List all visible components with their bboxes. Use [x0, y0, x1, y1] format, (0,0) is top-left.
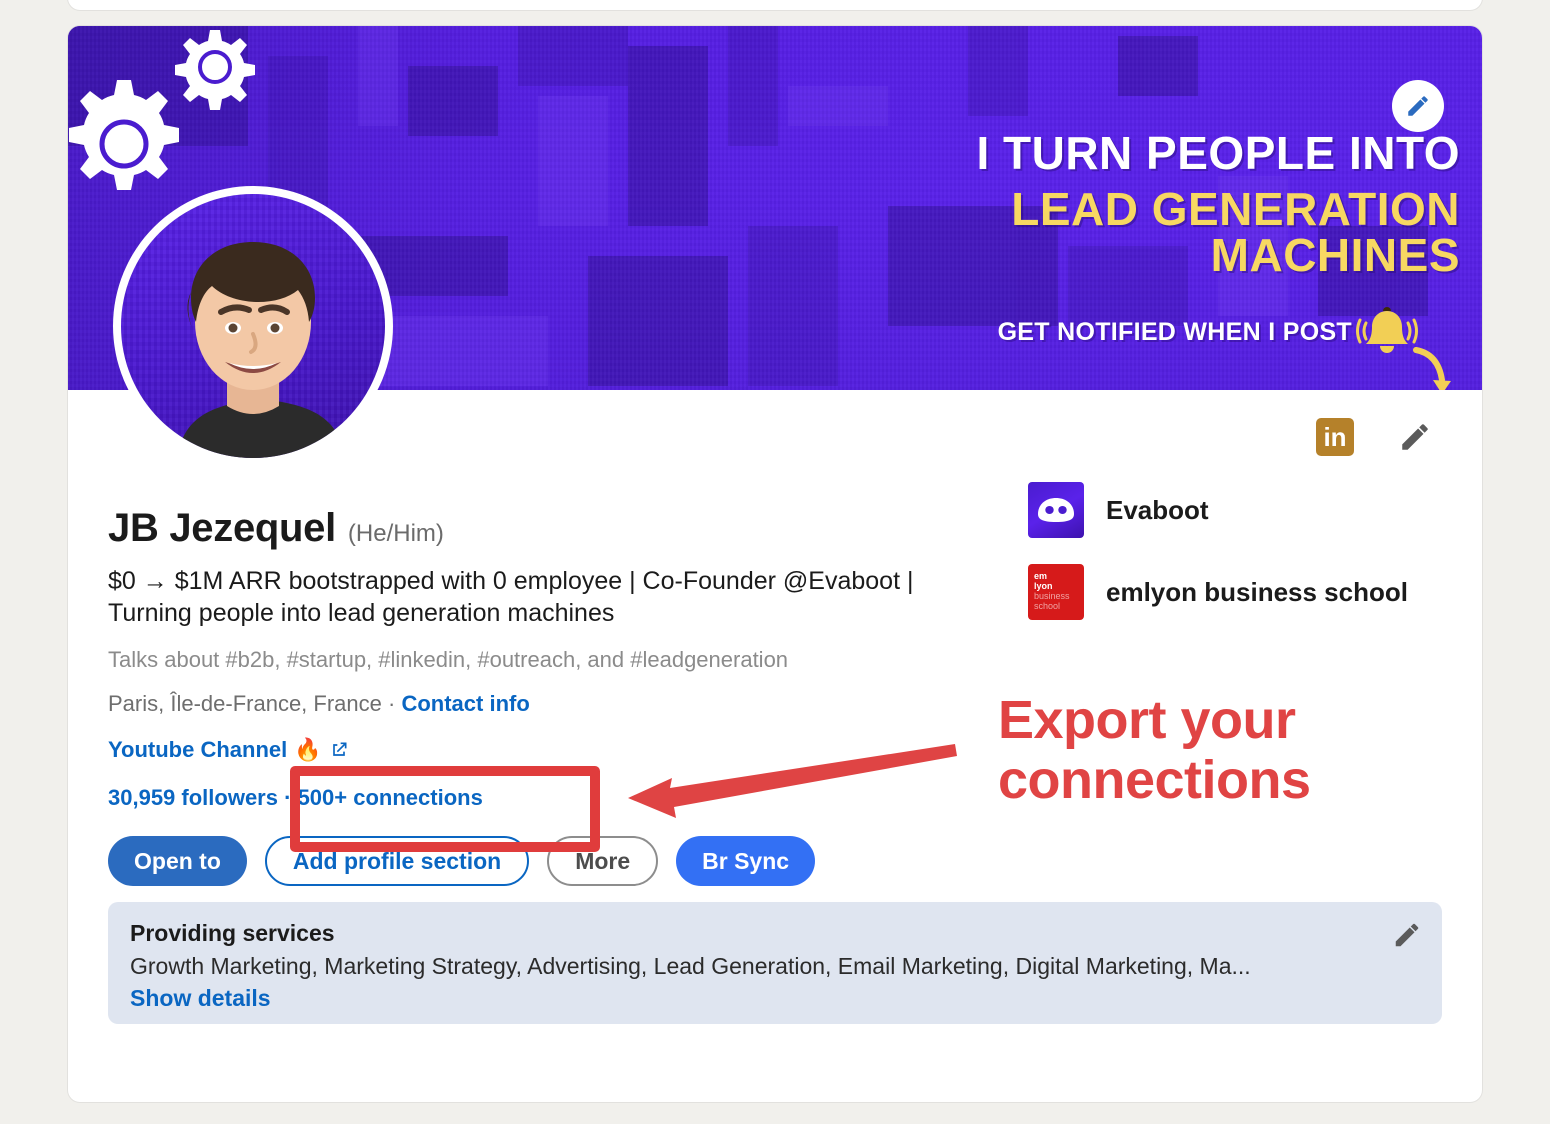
annotation-text-line2: connections: [998, 750, 1311, 811]
external-link-icon: [332, 742, 347, 756]
providing-services-list: Growth Marketing, Marketing Strategy, Ad…: [130, 953, 1251, 979]
page-title: JB Jezequel: [108, 506, 336, 550]
banner-subtext: GET NOTIFIED WHEN I POST: [997, 318, 1352, 346]
name-row: JB Jezequel (He/Him): [108, 506, 1008, 551]
curved-arrow-icon: [1413, 347, 1451, 390]
evaboot-mark-icon: [1038, 498, 1074, 522]
pencil-icon: [1408, 96, 1428, 116]
linkedin-badge-icon[interactable]: in: [1316, 418, 1354, 456]
location-separator: ·: [388, 691, 396, 716]
emlyon-logo-line4: school: [1034, 600, 1061, 611]
location-text: Paris, Île-de-France, France: [108, 691, 382, 716]
pencil-icon[interactable]: [1398, 420, 1432, 454]
profile-action-buttons: Open to Add profile section More Br Sync: [108, 836, 816, 886]
evaboot-logo: [1028, 482, 1084, 538]
profile-card: I TURN PEOPLE INTO LEAD GENERATION MACHI…: [68, 26, 1482, 1102]
show-details-link[interactable]: Show details: [130, 985, 1420, 1012]
location-row: Paris, Île-de-France, France · Contact i…: [108, 691, 1008, 717]
profile-photo[interactable]: [121, 194, 385, 458]
right-column-icons: in: [1028, 418, 1458, 456]
fire-emoji: 🔥: [294, 737, 322, 762]
talks-about: Talks about #b2b, #startup, #linkedin, #…: [108, 647, 789, 672]
edit-banner-button[interactable]: [1392, 80, 1444, 132]
followers-count[interactable]: 30,959 followers: [108, 785, 278, 810]
annotation-text-line1: Export your: [998, 690, 1296, 750]
pronouns: (He/Him): [347, 520, 444, 547]
card-above-profile: [68, 0, 1482, 10]
banner-headline-line2: LEAD GENERATION MACHINES: [1011, 183, 1460, 281]
providing-services-title: Providing services: [130, 920, 335, 946]
counts-separator: ·: [284, 785, 292, 810]
organization-row-company[interactable]: Evaboot: [1028, 482, 1458, 538]
gears-icon: [69, 30, 255, 190]
providing-services-section[interactable]: Providing services Growth Marketing, Mar…: [108, 902, 1442, 1024]
annotation-text: Export your connections: [998, 690, 1438, 811]
profile-right-column: in Evaboot em lyon business school emlyo…: [1028, 418, 1458, 620]
banner-headline-line1: I TURN PEOPLE INTO: [976, 127, 1460, 179]
banner-headline: I TURN PEOPLE INTO LEAD GENERATION MACHI…: [760, 130, 1460, 278]
left-arrow-annotation: [628, 744, 957, 818]
add-profile-section-button[interactable]: Add profile section: [264, 836, 530, 886]
organization-name: Evaboot: [1106, 494, 1209, 525]
connections-count[interactable]: 500+ connections: [298, 785, 483, 810]
more-button[interactable]: More: [547, 836, 659, 886]
br-sync-button[interactable]: Br Sync: [676, 836, 816, 886]
website-link[interactable]: Youtube Channel: [108, 737, 287, 763]
contact-info-link[interactable]: Contact info: [401, 691, 529, 716]
avatar[interactable]: [113, 186, 393, 466]
organization-name: emlyon business school: [1106, 576, 1408, 607]
organization-row-school[interactable]: em lyon business school emlyon business …: [1028, 564, 1458, 620]
emlyon-logo: em lyon business school: [1028, 564, 1084, 620]
pencil-icon[interactable]: [1392, 920, 1422, 950]
open-to-button[interactable]: Open to: [108, 836, 247, 886]
profile-headline: $0 → $1M ARR bootstrapped with 0 employe…: [108, 567, 914, 627]
person-illustration: [177, 242, 345, 458]
linkedin-profile-page: I TURN PEOPLE INTO LEAD GENERATION MACHI…: [0, 0, 1550, 1124]
